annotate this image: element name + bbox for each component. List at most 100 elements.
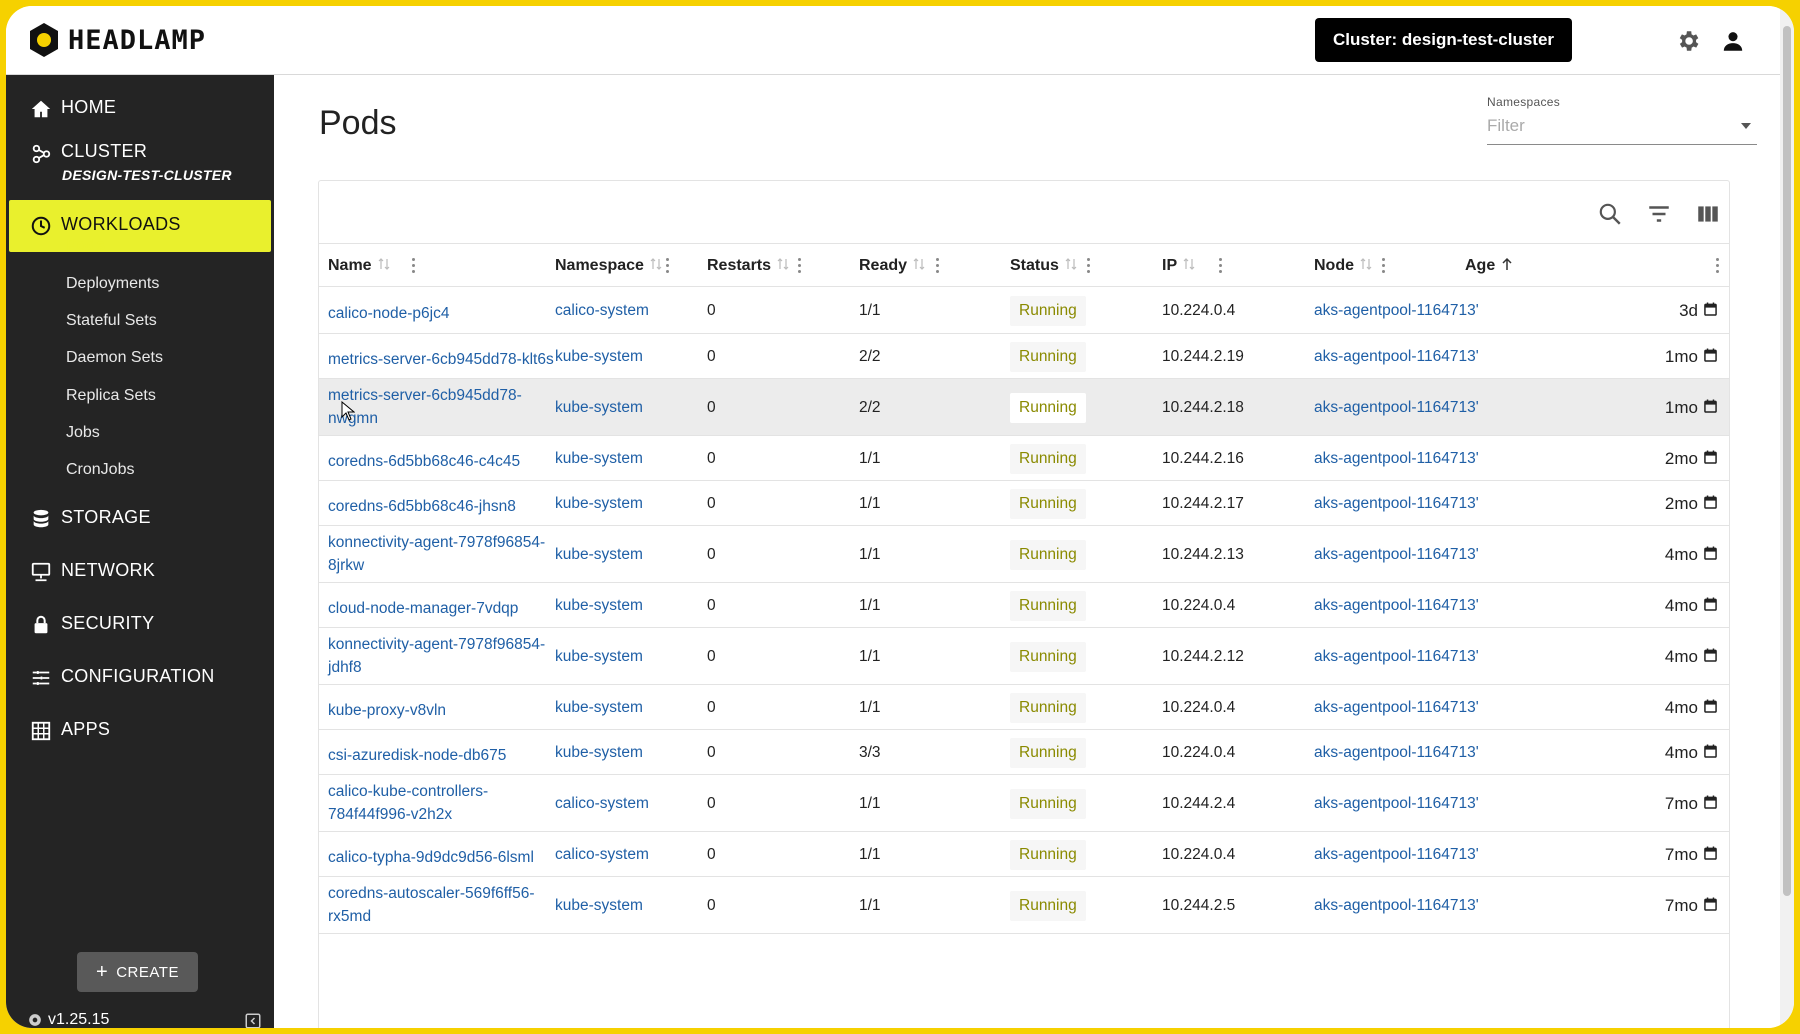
pod-name-link[interactable]: metrics-server-6cb945dd78-klt6s [328,348,568,371]
filter-icon[interactable] [1646,201,1672,227]
sort-icon[interactable] [1065,257,1077,276]
node-link[interactable]: aks-agentpool-1164713' [1314,302,1480,320]
sort-icon[interactable] [650,257,662,276]
column-header-ready[interactable]: Ready [859,244,925,288]
column-header-ip[interactable]: IP [1162,244,1195,288]
cluster-button[interactable]: Cluster: design-test-cluster [1315,18,1572,62]
subnav-jobs[interactable]: Jobs [66,424,100,442]
sort-icon[interactable] [1360,257,1372,276]
namespace-link[interactable]: kube-system [555,546,643,564]
pod-name-link[interactable]: kube-proxy-v8vln [328,699,568,722]
table-row[interactable]: csi-azuredisk-node-db675 kube-system 0 3/3 R… [319,730,1729,775]
namespace-link[interactable]: kube-system [555,648,643,666]
table-row[interactable]: cloud-node-manager-7vdqp kube-system 0 1/1 R… [319,583,1729,628]
subnav-stateful-sets[interactable]: Stateful Sets [66,312,157,330]
sort-icon[interactable] [777,257,789,276]
pod-name-link[interactable]: metrics-server-6cb945dd78-nwgmn [328,384,568,430]
create-button[interactable]: + CREATE [77,952,198,992]
namespace-link[interactable]: kube-system [555,348,643,366]
column-menu-icon[interactable] [798,258,802,274]
namespace-filter[interactable]: Namespaces Filter [1487,95,1757,145]
namespace-filter-input[interactable]: Filter [1487,116,1525,136]
column-menu-icon[interactable] [1219,258,1223,274]
namespace-link[interactable]: kube-system [555,744,643,762]
pod-name-link[interactable]: coredns-6d5bb68c46-c4c45 [328,450,568,473]
namespace-link[interactable]: kube-system [555,699,643,717]
collapse-sidebar-icon[interactable] [244,1012,262,1028]
table-row[interactable]: konnectivity-agent-7978f96854-8jrkw kube-… [319,526,1729,583]
nav-apps[interactable]: APPS [6,717,274,745]
column-menu-icon[interactable] [1716,258,1720,274]
pod-name-link[interactable]: calico-node-p6jc4 [328,302,568,325]
column-menu-icon[interactable] [1382,258,1386,274]
nav-network[interactable]: NETWORK [6,558,274,586]
column-header-node[interactable]: Node [1314,244,1372,288]
namespace-link[interactable]: kube-system [555,399,643,417]
table-row[interactable]: coredns-autoscaler-569f6ff56-rx5md kube-s… [319,877,1729,934]
pod-name-link[interactable]: coredns-6d5bb68c46-jhsn8 [328,495,568,518]
nav-home[interactable]: HOME [6,95,274,123]
table-row[interactable]: metrics-server-6cb945dd78-klt6s kube-syst… [319,334,1729,379]
column-menu-icon[interactable] [412,258,416,274]
scrollbar[interactable] [1780,6,1794,1028]
namespace-link[interactable]: kube-system [555,495,643,513]
node-link[interactable]: aks-agentpool-1164713' [1314,597,1480,615]
gear-icon[interactable] [1675,28,1701,54]
namespace-link[interactable]: kube-system [555,450,643,468]
logo[interactable]: HEADLAMP [28,20,206,60]
nav-security[interactable]: SECURITY [6,611,274,639]
node-link[interactable]: aks-agentpool-1164713' [1314,495,1480,513]
node-link[interactable]: aks-agentpool-1164713' [1314,699,1480,717]
pod-name-link[interactable]: csi-azuredisk-node-db675 [328,744,568,767]
pod-name-link[interactable]: coredns-autoscaler-569f6ff56-rx5md [328,882,568,928]
subnav-daemon-sets[interactable]: Daemon Sets [66,349,163,367]
pod-name-link[interactable]: konnectivity-agent-7978f96854-8jrkw [328,531,568,577]
node-link[interactable]: aks-agentpool-1164713' [1314,744,1480,762]
node-link[interactable]: aks-agentpool-1164713' [1314,450,1480,468]
sort-ascending-icon[interactable] [1501,257,1513,276]
node-link[interactable]: aks-agentpool-1164713' [1314,897,1480,915]
node-link[interactable]: aks-agentpool-1164713' [1314,795,1480,813]
column-header-restarts[interactable]: Restarts [707,244,789,288]
subnav-deployments[interactable]: Deployments [66,275,159,293]
nav-storage[interactable]: STORAGE [6,505,274,533]
table-row[interactable]: calico-node-p6jc4 calico-system 0 1/1 Runnin… [319,288,1729,334]
column-header-status[interactable]: Status [1010,244,1077,288]
table-row[interactable]: metrics-server-6cb945dd78-nwgmn kube-syst… [319,379,1729,436]
node-link[interactable]: aks-agentpool-1164713' [1314,546,1480,564]
pod-name-link[interactable]: konnectivity-agent-7978f96854-jdhf8 [328,633,568,679]
node-link[interactable]: aks-agentpool-1164713' [1314,399,1480,417]
column-menu-icon[interactable] [936,258,940,274]
nav-workloads[interactable]: WORKLOADS [6,200,274,252]
search-icon[interactable] [1597,201,1623,227]
nav-configuration[interactable]: CONFIGURATION [6,664,274,692]
chevron-down-icon[interactable] [1741,123,1751,129]
columns-icon[interactable] [1695,201,1721,227]
column-menu-icon[interactable] [1087,258,1091,274]
namespace-link[interactable]: calico-system [555,302,649,320]
sort-icon[interactable] [913,257,925,276]
node-link[interactable]: aks-agentpool-1164713' [1314,348,1480,366]
node-link[interactable]: aks-agentpool-1164713' [1314,648,1480,666]
column-header-age[interactable]: Age [1465,244,1513,288]
nav-cluster[interactable]: CLUSTER DESIGN-TEST-CLUSTER [6,139,274,189]
subnav-pods[interactable]: Pods [66,237,105,255]
scrollbar-thumb[interactable] [1783,26,1791,896]
namespace-link[interactable]: calico-system [555,795,649,813]
node-link[interactable]: aks-agentpool-1164713' [1314,846,1480,864]
table-row[interactable]: calico-typha-9d9dc9d56-6lsml calico-syste… [319,832,1729,877]
table-row[interactable]: konnectivity-agent-7978f96854-jdhf8 kube-… [319,628,1729,685]
column-header-namespace[interactable]: Namespace [555,244,662,288]
table-row[interactable]: calico-kube-controllers-784f44f996-v2h2x… [319,775,1729,832]
column-menu-icon[interactable] [666,258,670,274]
user-icon[interactable] [1720,28,1746,54]
pod-name-link[interactable]: calico-typha-9d9dc9d56-6lsml [328,846,568,869]
table-row[interactable]: coredns-6d5bb68c46-c4c45 kube-system 0 1/1 R… [319,436,1729,481]
subnav-cronjobs[interactable]: CronJobs [66,461,134,479]
table-row[interactable]: kube-proxy-v8vln kube-system 0 1/1 Running 10… [319,685,1729,730]
table-row[interactable]: coredns-6d5bb68c46-jhsn8 kube-system 0 1/1 R… [319,481,1729,526]
sort-icon[interactable] [378,257,390,276]
namespace-link[interactable]: calico-system [555,846,649,864]
sort-icon[interactable] [1183,257,1195,276]
namespace-link[interactable]: kube-system [555,597,643,615]
